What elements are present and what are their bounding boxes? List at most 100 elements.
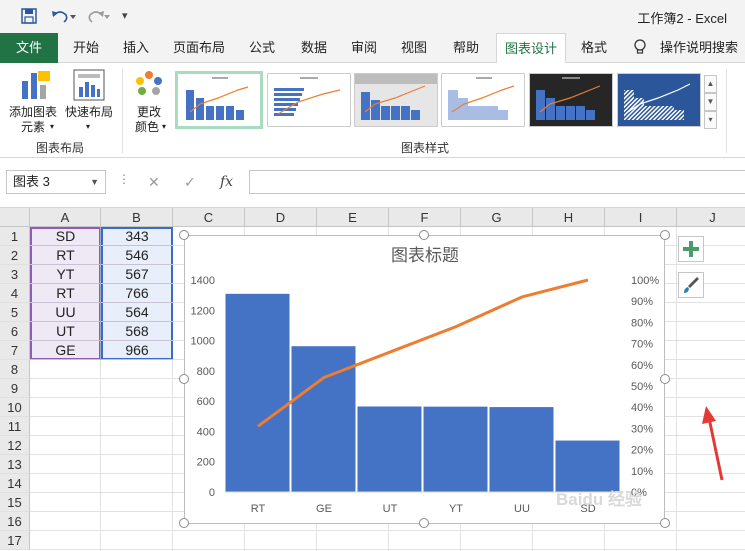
chart-style-4[interactable] [441,73,525,127]
tab-home[interactable]: 开始 [64,33,108,63]
resize-handle-bottom-left[interactable] [179,518,189,528]
change-colors-button[interactable]: 更改 颜色 ▾ [128,67,170,137]
row-header-13[interactable]: 13 [0,455,30,474]
bar[interactable] [356,405,423,493]
gallery-scroll-down[interactable]: ▼ [704,93,717,111]
row-header-6[interactable]: 6 [0,322,30,341]
tab-view[interactable]: 视图 [392,33,436,63]
cell-value[interactable]: 568 [101,322,173,341]
row-header-8[interactable]: 8 [0,360,30,379]
column-header-e[interactable]: E [317,208,389,227]
select-all-corner[interactable] [0,208,30,227]
tell-me-search[interactable]: 操作说明搜索 [658,33,740,63]
cell-category[interactable]: YT [30,265,101,284]
cell-category[interactable]: UU [30,303,101,322]
name-box[interactable]: 图表 3 ▼ [6,170,106,194]
y2-axis-tick-label: 50% [631,381,653,393]
tab-formulas[interactable]: 公式 [240,33,284,63]
column-header-f[interactable]: F [389,208,461,227]
column-header-c[interactable]: C [173,208,245,227]
ribbon-tabs: 文件 开始 插入 页面布局 公式 数据 审阅 视图 帮助 图表设计 格式 操作说… [0,33,745,64]
chart-style-5[interactable] [529,73,613,127]
column-header-b[interactable]: B [101,208,173,227]
undo-icon[interactable] [50,7,76,25]
row-header-3[interactable]: 3 [0,265,30,284]
tab-data[interactable]: 数据 [292,33,336,63]
y2-axis-tick-label: 20% [631,445,653,457]
tab-help[interactable]: 帮助 [444,33,488,63]
column-header-a[interactable]: A [30,208,101,227]
resize-handle-right[interactable] [660,374,670,384]
cell-value[interactable]: 546 [101,246,173,265]
cell-category[interactable]: RT [30,284,101,303]
chart-elements-button[interactable] [678,236,704,262]
row-header-12[interactable]: 12 [0,436,30,455]
bar[interactable] [488,406,555,493]
insert-function-button[interactable]: fx [220,174,233,190]
chart-object[interactable]: 图表标题 0 200 400 600 800 1000 1200 1400 0% 10% 20% 30… [184,235,665,524]
resize-handle-bottom[interactable] [419,518,429,528]
tab-chart-design[interactable]: 图表设计 [496,33,566,64]
resize-handle-top-left[interactable] [179,230,189,240]
tab-format[interactable]: 格式 [572,33,616,63]
column-header-h[interactable]: H [533,208,605,227]
cell-category[interactable]: GE [30,341,101,360]
cell-value[interactable]: 966 [101,341,173,360]
chart-style-2[interactable] [267,73,351,127]
gallery-scroll-up[interactable]: ▲ [704,75,717,93]
x-axis-tick-label: YT [449,503,463,515]
cell-value[interactable]: 343 [101,227,173,246]
row-header-10[interactable]: 10 [0,398,30,417]
cell-value[interactable]: 564 [101,303,173,322]
cell-category[interactable]: SD [30,227,101,246]
row-header-7[interactable]: 7 [0,341,30,360]
quick-layout-button[interactable]: 快速布局 ▾ [64,67,114,137]
cell-value[interactable]: 766 [101,284,173,303]
palette-icon [136,71,162,95]
formula-input[interactable] [249,170,745,194]
column-header-g[interactable]: G [461,208,533,227]
chevron-down-icon[interactable]: ▼ [90,171,99,193]
tab-file[interactable]: 文件 [0,33,58,63]
tab-insert[interactable]: 插入 [114,33,158,63]
bar[interactable] [224,292,291,493]
save-icon[interactable] [20,7,38,25]
chart-styles-button[interactable] [678,272,704,298]
window-title: 工作簿2 - Excel [637,11,727,26]
resize-handle-top-right[interactable] [660,230,670,240]
cell-category[interactable]: RT [30,246,101,265]
resize-handle-bottom-right[interactable] [660,518,670,528]
enter-icon[interactable]: ✓ [184,174,196,191]
chart-style-3[interactable] [354,73,438,127]
row-header-9[interactable]: 9 [0,379,30,398]
bar[interactable] [422,405,489,493]
row-header-15[interactable]: 15 [0,493,30,512]
add-chart-element-button[interactable]: 添加图表 元素 ▾ [4,67,62,137]
cell-value[interactable]: 567 [101,265,173,284]
cancel-icon[interactable]: ✕ [148,174,160,191]
redo-icon[interactable] [84,7,110,25]
row-header-2[interactable]: 2 [0,246,30,265]
customize-qat-icon[interactable]: ▾ [122,7,128,25]
tab-review[interactable]: 审阅 [342,33,386,63]
row-header-5[interactable]: 5 [0,303,30,322]
column-header-j[interactable]: J [677,208,745,227]
gallery-more[interactable]: ▾ [704,111,717,129]
tab-page-layout[interactable]: 页面布局 [166,33,232,63]
chart-title[interactable]: 图表标题 [391,246,459,265]
row-header-11[interactable]: 11 [0,417,30,436]
row-header-4[interactable]: 4 [0,284,30,303]
chart-style-6[interactable] [617,73,701,127]
lightbulb-icon[interactable] [630,33,650,63]
row-header-16[interactable]: 16 [0,512,30,531]
chart-style-1[interactable] [175,71,263,129]
column-gridline [676,227,677,551]
resize-handle-left[interactable] [179,374,189,384]
resize-handle-top[interactable] [419,230,429,240]
column-header-i[interactable]: I [605,208,677,227]
row-header-14[interactable]: 14 [0,474,30,493]
row-header-1[interactable]: 1 [0,227,30,246]
row-header-17[interactable]: 17 [0,531,30,550]
column-header-d[interactable]: D [245,208,317,227]
cell-category[interactable]: UT [30,322,101,341]
